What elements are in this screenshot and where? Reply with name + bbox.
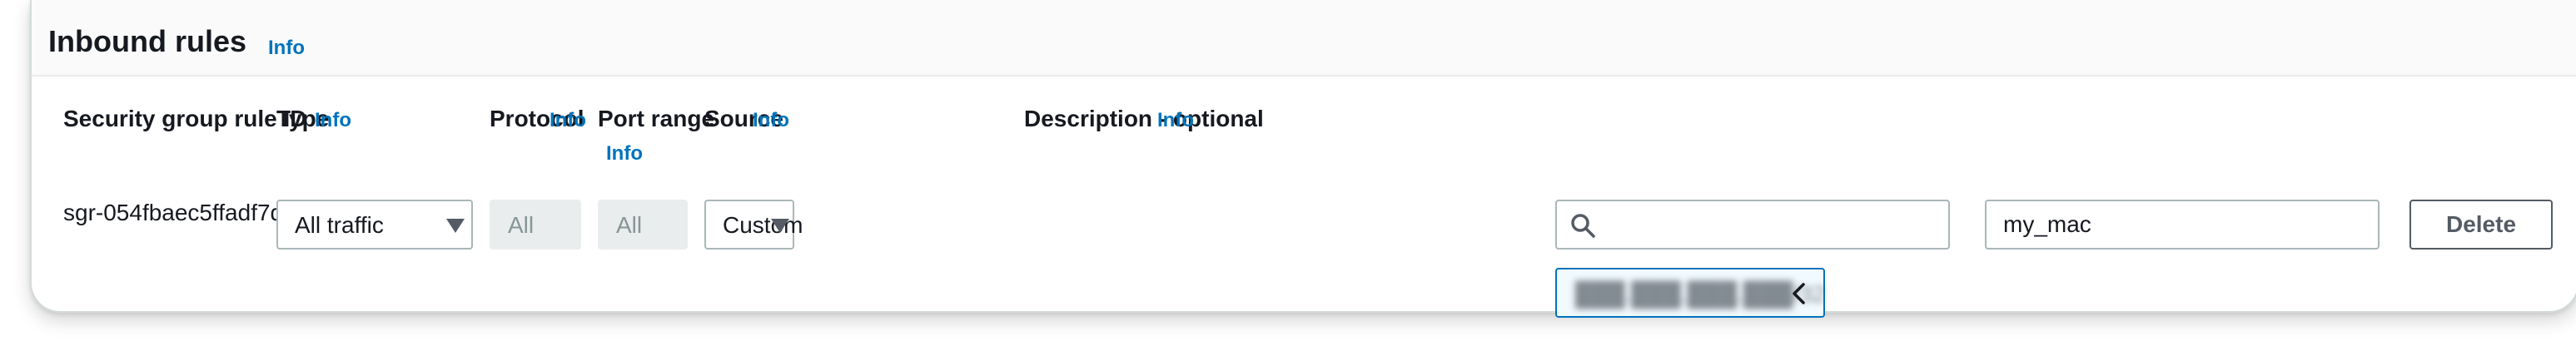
source-type-value: Custom [723, 212, 803, 238]
rule-id-value: sgr-054fbaec5ffadf7d9 [63, 200, 296, 225]
source-search-field[interactable] [1555, 200, 1950, 250]
delete-rule-button[interactable]: Delete [2409, 200, 2553, 250]
column-header-rule-id: Security group rule ID [63, 106, 307, 131]
inbound-rules-panel: Inbound rules Info Security group rule I… [30, 0, 2576, 313]
panel-header: Inbound rules Info [32, 0, 2576, 77]
source-ip-token: ███.███.███.███/32 [1555, 268, 1825, 318]
panel-title-info-link[interactable]: Info [268, 37, 305, 60]
caret-down-icon [446, 219, 465, 233]
protocol-field: All [490, 200, 581, 250]
column-header-description: Description - optional [1024, 106, 1264, 131]
port-range-field: All [598, 200, 688, 250]
type-info-link[interactable]: Info [315, 108, 351, 133]
port-range-value: All [616, 212, 643, 238]
page: Inbound rules Info Security group rule I… [0, 0, 2576, 341]
search-icon [1571, 214, 1595, 238]
column-header-port-range: Port range [598, 106, 715, 131]
type-select-value: All traffic [295, 212, 384, 238]
caret-down-icon [771, 219, 789, 233]
dismiss-icon[interactable] [1787, 279, 1812, 308]
port-range-info-link[interactable]: Info [606, 141, 643, 166]
description-info-link[interactable]: Info [1157, 108, 1194, 133]
type-select[interactable]: All traffic [276, 200, 473, 250]
source-search-input[interactable] [1607, 201, 1943, 250]
source-info-link[interactable]: Info [753, 108, 789, 133]
protocol-info-link[interactable]: Info [550, 108, 586, 133]
panel-title: Inbound rules [48, 24, 246, 58]
protocol-value: All [508, 212, 535, 238]
description-input[interactable] [1985, 200, 2380, 250]
source-type-select[interactable]: Custom [704, 200, 803, 250]
